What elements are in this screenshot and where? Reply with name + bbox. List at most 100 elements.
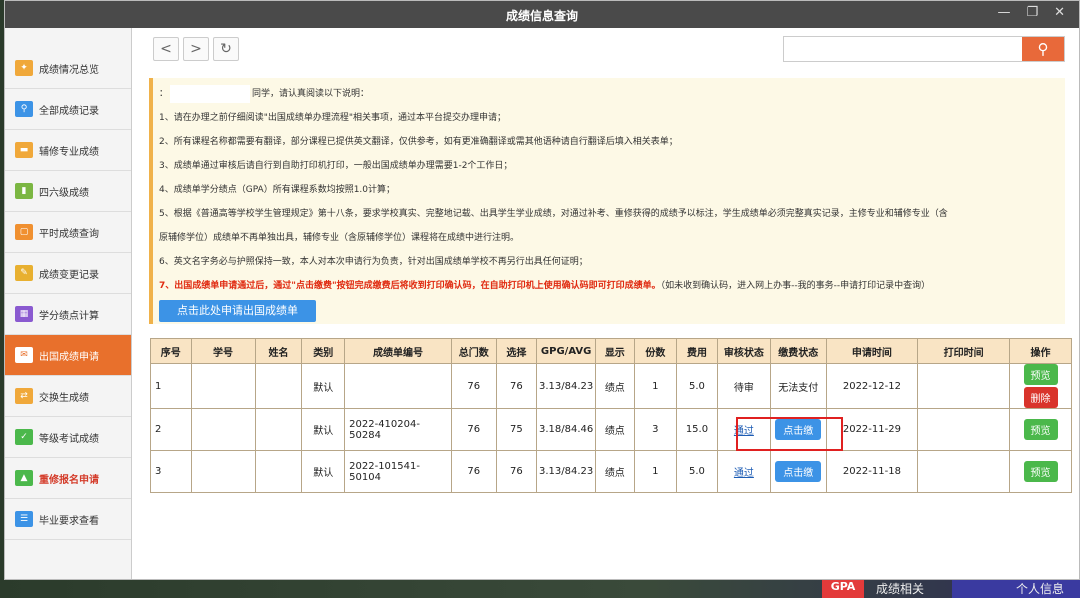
cell-text: 2 [155, 424, 162, 435]
cell-text: 76 [510, 466, 523, 477]
preview-button[interactable]: 预览 [1023, 364, 1058, 385]
cell-copies: 1 [633, 450, 678, 493]
cell-selected: 76 [495, 450, 538, 493]
table-row: 1 默认 76 76 3.13/84.23 绩点 1 5.0 待审 无法支付 2022-12-12 预… [150, 363, 1072, 409]
sidebar-item-4[interactable]: ▢ 平时成绩查询 [5, 212, 131, 253]
cell-actions: 预览 [1009, 450, 1072, 493]
sidebar-item-7[interactable]: ✉ 出国成绩申请 [5, 335, 131, 376]
sidebar-item-label: 交换生成绩 [39, 392, 89, 404]
search-icon: ⚲ [1037, 41, 1049, 58]
audit-status-link[interactable]: 通过 [734, 426, 754, 437]
column-header: 操作 [1009, 338, 1072, 364]
minimize-icon[interactable]: — [997, 5, 1010, 20]
back-button[interactable]: < [153, 37, 179, 61]
taskbar-personal-info[interactable]: 个人信息 [1016, 580, 1064, 597]
student-name-redacted [170, 84, 251, 103]
sidebar-item-6[interactable]: ▦ 学分绩点计算 [5, 294, 131, 335]
taskbar-score-related[interactable]: 成绩相关 [876, 580, 924, 597]
greeting-prefix: ： [159, 89, 169, 99]
cell-text: 76 [467, 380, 481, 392]
column-header: 显示 [595, 338, 635, 364]
cell-text: 2022-410204-50284 [349, 418, 420, 441]
cell-gpa: 3.18/84.46 [536, 408, 597, 451]
sidebar-item-label: 辅修专业成绩 [39, 146, 99, 158]
pay-button[interactable]: 点击缴 [775, 461, 822, 482]
cell-gpa: 3.13/84.23 [536, 363, 597, 409]
sidebar-item-label: 学分绩点计算 [39, 310, 99, 322]
cell-text: 2022-11-29 [842, 424, 901, 435]
refresh-button[interactable]: ↻ [213, 37, 239, 61]
cell-text: 3.18/84.46 [539, 424, 594, 435]
cell-text: 76 [467, 424, 481, 435]
preview-button[interactable]: 预览 [1023, 461, 1058, 482]
cell-code [344, 363, 452, 409]
cell-text: 5.0 [689, 466, 705, 477]
cell-text: 5.0 [689, 380, 705, 392]
cell-actions: 预览 删除 [1009, 363, 1072, 409]
cell-text: 1 [652, 380, 659, 392]
calculator-icon: ▦ [15, 306, 33, 322]
sidebar-item-2[interactable]: ▬ 辅修专业成绩 [5, 130, 131, 171]
cell-text: 2022-12-12 [842, 380, 901, 392]
notice-lines: 1、请在办理之前仔细阅读"出国成绩单办理流程"相关事项，通过本平台提交办理申请；… [159, 106, 1059, 274]
cell-show: 绩点 [595, 363, 635, 409]
cell-text: 76 [510, 380, 523, 392]
restore-icon[interactable]: ❐ [1026, 5, 1038, 20]
table-row: 3 默认 2022-101541-50104 76 76 3.13/84.23 绩点 1 5.0… [150, 450, 1072, 493]
red-instruction: 7、出国成绩单申请通过后，通过"点击缴费"按钮完成缴费后将收到打印确认码，在自助… [159, 281, 661, 291]
cell-show: 绩点 [595, 450, 635, 493]
column-header: 审核状态 [716, 338, 772, 364]
cell-fee: 5.0 [676, 450, 718, 493]
column-header: 份数 [633, 338, 678, 364]
notice-line: 4、成绩单学分绩点（GPA）所有课程系数均按照1.0计算； [159, 185, 396, 195]
column-header: 总门数 [450, 338, 497, 364]
badge-icon: ✓ [15, 429, 33, 445]
notice-line: 2、所有课程名称都需要有翻译，部分课程已提供英文翻译，仅供参考，如有更准确翻译或… [159, 137, 678, 147]
sidebar-item-1[interactable]: ⚲ 全部成绩记录 [5, 89, 131, 130]
search-input[interactable] [784, 37, 1022, 61]
cell-audit: 待审 [716, 363, 772, 409]
cell-text: 无法支付 [778, 382, 819, 394]
apply-transcript-button[interactable]: 点击此处申请出国成绩单 [159, 300, 316, 322]
sidebar-item-10[interactable]: ▲ 重修报名申请 [5, 458, 131, 499]
sidebar-item-5[interactable]: ✎ 成绩变更记录 [5, 253, 131, 294]
preview-button[interactable]: 预览 [1023, 419, 1058, 440]
sidebar-item-label: 重修报名申请 [39, 474, 99, 486]
sidebar-item-11[interactable]: ☰ 毕业要求查看 [5, 499, 131, 540]
cell-actions: 预览 [1009, 408, 1072, 451]
search-button[interactable]: ⚲ [1022, 37, 1064, 61]
sidebar-item-0[interactable]: ✦ 成绩情况总览 [5, 48, 131, 89]
cell-text: 1 [155, 380, 162, 392]
forward-button[interactable]: > [183, 37, 209, 61]
delete-button[interactable]: 删除 [1023, 387, 1058, 408]
close-icon[interactable]: ✕ [1054, 5, 1065, 20]
sidebar-item-label: 等级考试成绩 [39, 433, 99, 445]
column-header: 学号 [190, 338, 256, 364]
cell-name [254, 408, 303, 451]
cell-text: 76 [467, 466, 481, 477]
cell-type: 默认 [301, 408, 346, 451]
sidebar-item-3[interactable]: ▮ 四六级成绩 [5, 171, 131, 212]
audit-status-link[interactable]: 通过 [734, 468, 754, 479]
column-header: 选择 [495, 338, 538, 364]
cell-selected: 76 [495, 363, 538, 409]
sidebar-item-8[interactable]: ⇄ 交换生成绩 [5, 376, 131, 417]
notice-line: 5、根据《普通高等学校学生管理规定》第十八条，要求学校真实、完整地记载、出具学生… [159, 209, 948, 219]
sidebar-item-label: 成绩变更记录 [39, 269, 99, 281]
column-header: 序号 [150, 338, 192, 364]
column-header: 类别 [301, 338, 346, 364]
cell-type: 默认 [301, 363, 346, 409]
sidebar-item-label: 毕业要求查看 [39, 515, 99, 527]
column-header: 成绩单编号 [344, 338, 452, 364]
sidebar-item-9[interactable]: ✓ 等级考试成绩 [5, 417, 131, 458]
app-window: 成绩信息查询 — ❐ ✕ ✦ 成绩情况总览 ⚲ 全部成绩记录 ▬ 辅修专业成绩 ▮ 四六级成绩… [4, 0, 1080, 580]
cell-fee: 5.0 [676, 363, 718, 409]
column-header: 费用 [676, 338, 718, 364]
table-header: 序号 学号 姓名 类别 成绩单编号 总门数 选择 GPG/AVG 显示 份数 费用 审核状态 缴费状态申… [150, 338, 1072, 364]
pay-button[interactable]: 点击缴 [775, 419, 822, 440]
cell-name [254, 450, 303, 493]
cell-no: 2 [150, 408, 192, 451]
cell-sid [190, 408, 256, 451]
sidebar: ✦ 成绩情况总览 ⚲ 全部成绩记录 ▬ 辅修专业成绩 ▮ 四六级成绩 ▢ 平时成绩查询 ✎ 成绩变更记… [5, 28, 132, 579]
cell-text: 3 [155, 466, 162, 477]
